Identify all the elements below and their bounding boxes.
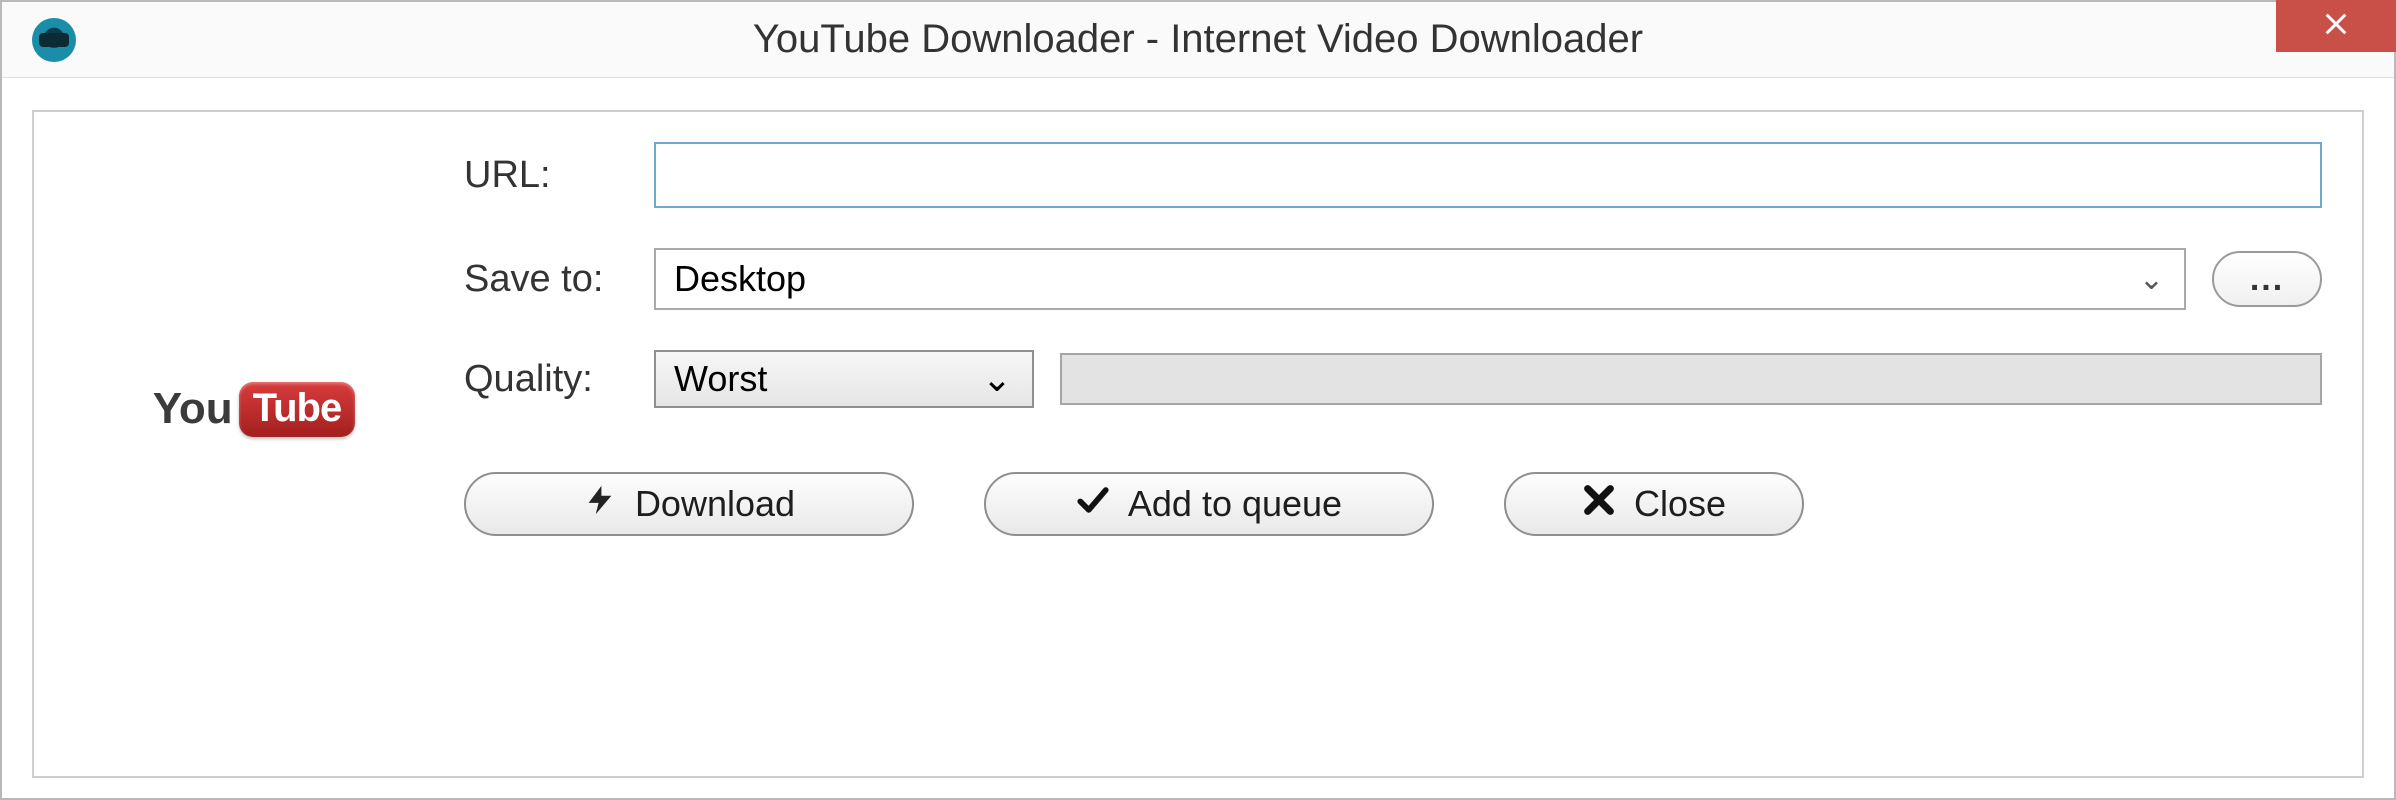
logo-box: Tube <box>239 382 356 437</box>
close-button[interactable]: Close <box>1504 472 1804 536</box>
browse-button[interactable]: ... <box>2212 251 2322 307</box>
progress-bar <box>1060 353 2322 405</box>
quality-label: Quality: <box>464 358 654 401</box>
close-button-label: Close <box>1634 483 1726 525</box>
add-to-queue-button[interactable]: Add to queue <box>984 472 1434 536</box>
save-to-value: Desktop <box>674 258 806 300</box>
logo-column: You Tube <box>64 142 404 536</box>
close-icon <box>2322 10 2350 43</box>
chevron-down-icon: ⌄ <box>982 358 1012 400</box>
check-icon <box>1076 483 1110 526</box>
add-to-queue-button-label: Add to queue <box>1128 483 1342 525</box>
x-icon <box>1582 483 1616 526</box>
url-label: URL: <box>464 154 654 197</box>
app-icon <box>32 18 76 62</box>
logo-text-you: You <box>153 384 233 434</box>
chevron-down-icon: ⌄ <box>2139 262 2164 297</box>
logo-text-tube: Tube <box>253 386 342 430</box>
lightning-icon <box>583 483 617 526</box>
dialog-body: You Tube URL: Save to: <box>32 110 2364 778</box>
save-to-label: Save to: <box>464 258 654 301</box>
window-close-button[interactable] <box>2276 0 2396 52</box>
row-save-to: Save to: Desktop ⌄ ... <box>464 248 2322 310</box>
quality-value: Worst <box>674 358 767 400</box>
save-to-combo[interactable]: Desktop ⌄ <box>654 248 2186 310</box>
ellipsis-icon: ... <box>2250 260 2284 299</box>
youtube-logo: You Tube <box>153 382 355 437</box>
row-quality: Quality: Worst ⌄ <box>464 350 2322 408</box>
url-input[interactable] <box>654 142 2322 208</box>
titlebar: YouTube Downloader - Internet Video Down… <box>2 2 2394 78</box>
quality-combo[interactable]: Worst ⌄ <box>654 350 1034 408</box>
button-row: Download Add to queue Close <box>464 472 2322 536</box>
form-column: URL: Save to: Desktop ⌄ ... <box>464 142 2322 536</box>
app-window: YouTube Downloader - Internet Video Down… <box>0 0 2396 800</box>
window-title: YouTube Downloader - Internet Video Down… <box>2 17 2394 62</box>
download-button-label: Download <box>635 483 795 525</box>
row-url: URL: <box>464 142 2322 208</box>
download-button[interactable]: Download <box>464 472 914 536</box>
content-area: You Tube URL: Save to: <box>64 142 2322 536</box>
